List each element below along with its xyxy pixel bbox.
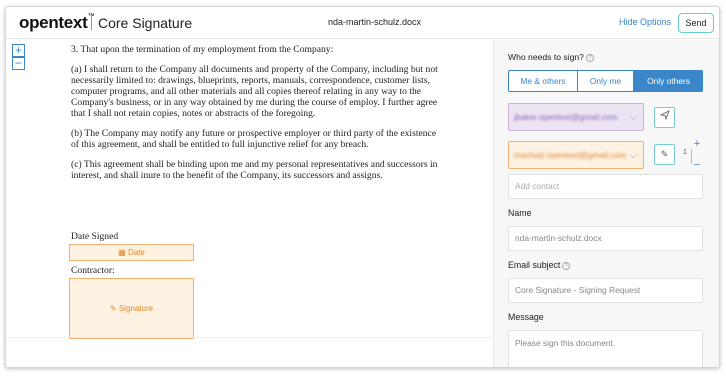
zoom-out-button[interactable]: − (12, 57, 25, 70)
options-panel: Who needs to sign?? Me & others Only me … (493, 40, 719, 367)
who-needs-to-sign-label: Who needs to sign?? (508, 52, 594, 62)
email-subject-label: Email subject? (508, 260, 571, 270)
doc-paragraph: 3. That upon the termination of my emplo… (71, 44, 334, 55)
plus-icon[interactable]: + (692, 138, 702, 150)
pen-icon: ✎ (109, 304, 117, 313)
name-input[interactable]: nda-martin-schulz.docx (508, 226, 703, 251)
date-field-label: Date (127, 248, 145, 257)
document-viewer: + − 3. That upon the termination of my e… (6, 40, 492, 367)
document-body: 3. That upon the termination of my emplo… (71, 44, 441, 190)
send-icon[interactable] (654, 107, 675, 128)
date-field[interactable]: ▦ Date (69, 244, 194, 261)
recipient-email: mschulz.opentext@gmail.com (514, 150, 626, 160)
message-label: Message (508, 312, 544, 322)
signing-order-stepper[interactable]: + − (692, 138, 702, 171)
chevron-down-icon: ⌵ (630, 150, 637, 160)
option-only-me[interactable]: Only me (578, 71, 634, 91)
brand-logo: opentext™ (19, 13, 94, 32)
minus-icon[interactable]: − (692, 159, 702, 171)
date-signed-label: Date Signed (71, 231, 119, 242)
signing-order-value: 1 (683, 149, 687, 156)
product-name: Core Signature (98, 15, 193, 31)
signer-mode-selector: Me & others Only me Only others (508, 70, 703, 92)
send-button[interactable]: Send (678, 13, 714, 33)
document-title: nda-martin-schulz.docx (328, 17, 422, 27)
doc-paragraph: (a) I shall return to the Company all do… (71, 64, 438, 119)
doc-paragraph: (b) The Company may notify any future or… (71, 128, 437, 150)
pen-icon[interactable]: ✎ (654, 144, 675, 165)
app-header: opentext™ Core Signature nda-martin-schu… (6, 7, 719, 39)
recipient-select-1[interactable]: jbaker.opentext@gmail.com ⌵ (508, 103, 644, 131)
brand-divider (91, 16, 92, 30)
option-me-and-others[interactable]: Me & others (509, 71, 578, 91)
recipient-select-2[interactable]: mschulz.opentext@gmail.com ⌵ (508, 141, 644, 169)
chevron-down-icon: ⌵ (630, 112, 637, 122)
hide-options-link[interactable]: Hide Options (619, 17, 671, 27)
message-textarea[interactable]: Please sign this document. (508, 330, 703, 367)
info-icon: ? (585, 53, 594, 62)
doc-paragraph: (c) This agreement shall be binding upon… (71, 159, 438, 181)
name-label: Name (508, 208, 532, 218)
signature-field-label: Signature (118, 304, 154, 313)
info-icon: ? (562, 261, 571, 270)
option-only-others[interactable]: Only others (634, 71, 703, 91)
contractor-label: Contractor: (71, 265, 115, 276)
signature-field[interactable]: ✎ Signature (69, 278, 194, 339)
app-window: opentext™ Core Signature nda-martin-schu… (5, 6, 720, 368)
email-subject-input[interactable]: Core Signature - Signing Request (508, 278, 703, 303)
recipient-email: jbaker.opentext@gmail.com (514, 112, 618, 122)
divider (6, 337, 492, 338)
calendar-icon: ▦ (118, 248, 126, 257)
add-contact-input[interactable]: Add contact (508, 174, 703, 199)
